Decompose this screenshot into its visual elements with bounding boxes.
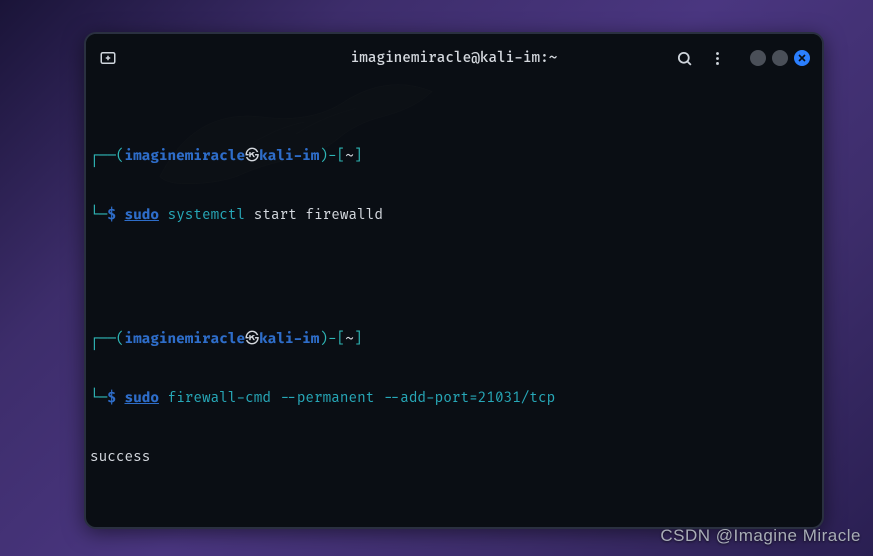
cmd-name: systemctl: [168, 207, 246, 224]
prompt-line-1: ┌──(imaginemiracle㉿kali-im)-[~]: [90, 147, 810, 167]
box-corner-bottom: └─: [90, 207, 107, 224]
command-block: ┌──(imaginemiracle㉿kali-im)-[~] └─$ sudo…: [90, 291, 810, 507]
window-controls: [750, 50, 810, 66]
command-block: ┌──(imaginemiracle㉿kali-im)-[~] └─$ sudo…: [90, 108, 810, 265]
menu-icon[interactable]: [709, 50, 726, 67]
cmd-name: firewall-cmd: [168, 390, 271, 407]
dollar-sign: $: [107, 207, 116, 224]
command-line: └─$ sudo firewall-cmd --permanent --add-…: [90, 389, 810, 409]
command-output: success: [90, 448, 810, 468]
maximize-button[interactable]: [772, 50, 788, 66]
titlebar-actions: [676, 50, 810, 67]
window-title: imaginemiracle@kali-im:~: [351, 50, 558, 67]
watermark-text: CSDN @Imagine Miracle: [660, 526, 861, 546]
minimize-button[interactable]: [750, 50, 766, 66]
search-icon[interactable]: [676, 50, 693, 67]
cmd-args: --permanent --add-port=21031/tcp: [271, 390, 555, 407]
box-corner-top: ┌──: [90, 148, 116, 165]
skull-icon: ㉿: [245, 148, 259, 165]
titlebar: imaginemiracle@kali-im:~: [86, 34, 822, 82]
terminal-window: imaginemiracle@kali-im:~: [84, 32, 824, 529]
new-tab-icon[interactable]: [98, 48, 118, 68]
cmd-args: start firewalld: [245, 207, 383, 224]
bracket-close: ]: [354, 148, 363, 165]
prompt-line-1: ┌──(imaginemiracle㉿kali-im)-[~]: [90, 330, 810, 350]
terminal-body[interactable]: ┌──(imaginemiracle㉿kali-im)-[~] └─$ sudo…: [86, 82, 822, 527]
command-line: └─$ sudo systemctl start firewalld: [90, 206, 810, 226]
prompt-cwd: ~: [345, 148, 354, 165]
prompt-user: imaginemiracle: [124, 148, 245, 165]
sudo-cmd: sudo: [124, 207, 158, 224]
sudo-cmd: sudo: [124, 390, 158, 407]
paren-close: )-[: [319, 148, 345, 165]
prompt-host: kali-im: [259, 148, 319, 165]
close-button[interactable]: [794, 50, 810, 66]
